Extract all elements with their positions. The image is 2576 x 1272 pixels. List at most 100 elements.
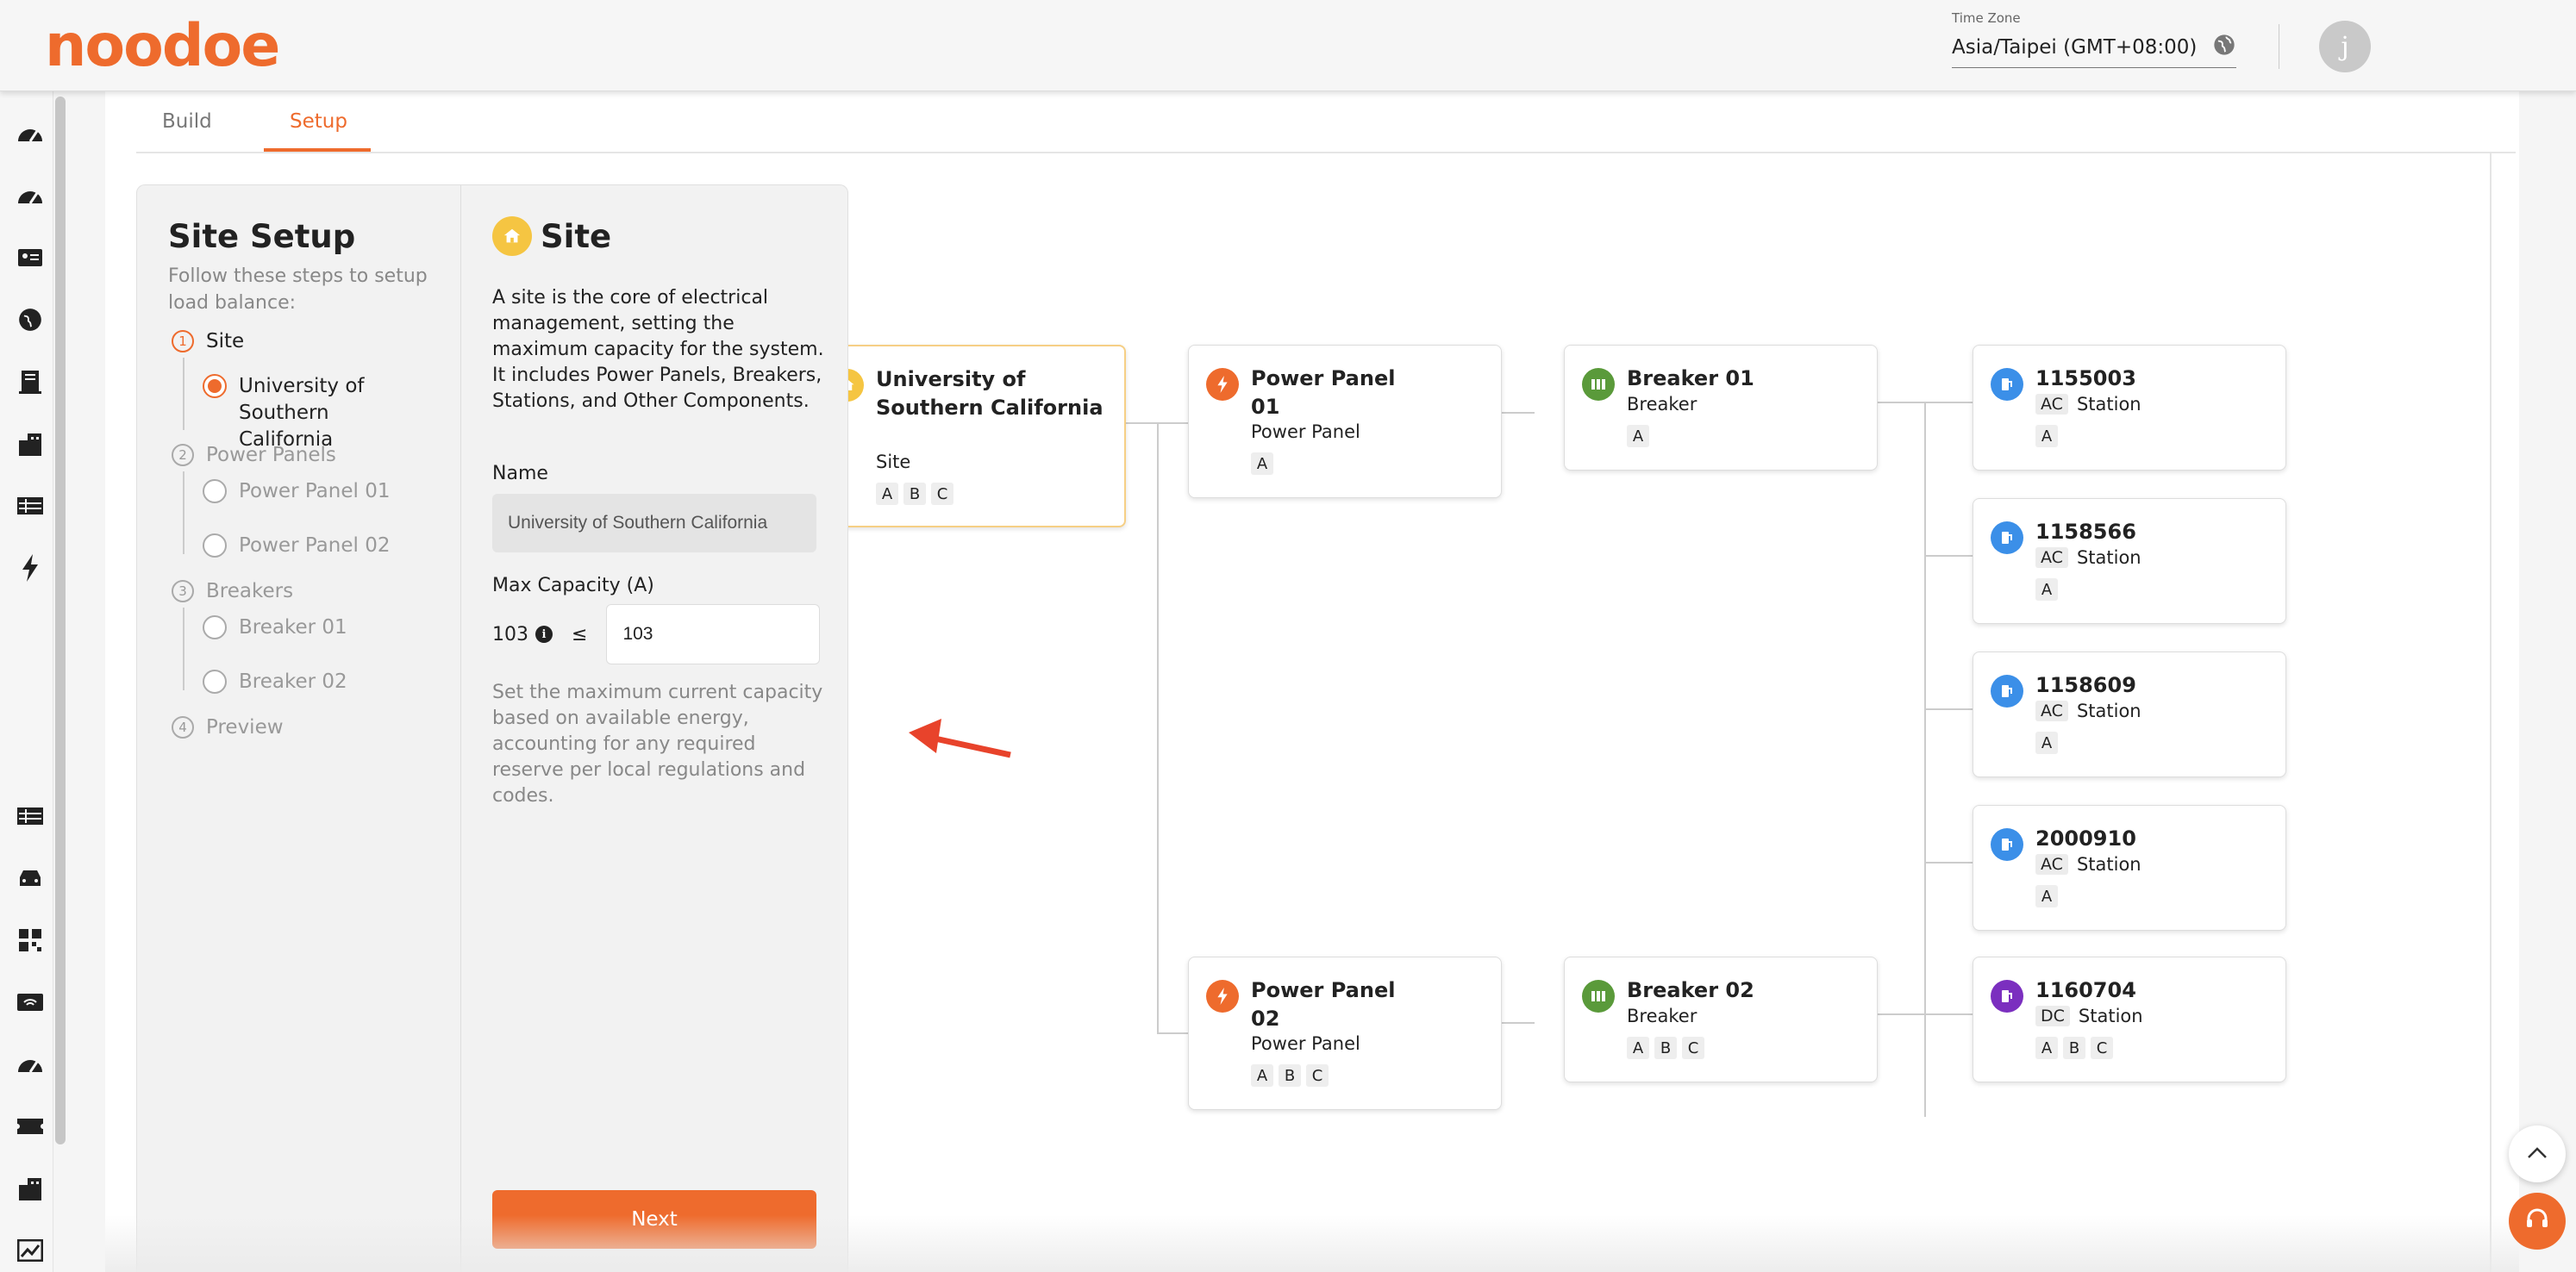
node-station-1158609[interactable]: 1158609 AC Station A [1973, 652, 2286, 777]
city-icon[interactable] [16, 431, 45, 457]
connector [1924, 708, 1974, 710]
node-station-1158566[interactable]: 1158566 AC Station A [1973, 498, 2286, 624]
canvas-right-border [2490, 152, 2492, 1272]
bottom-fade [105, 1215, 2519, 1272]
connector [1924, 1013, 1926, 1117]
node-title: Breaker 02 [1627, 978, 1754, 1002]
node-type: Power Panel [1251, 1033, 1360, 1054]
noodoe-logo[interactable]: noodoe [45, 12, 280, 80]
phase-tag: A [2035, 1037, 2058, 1059]
city-icon[interactable] [16, 1175, 45, 1201]
substep-power-panel-02[interactable]: Power Panel 02 [203, 533, 390, 559]
step-label: Site [206, 330, 245, 352]
node-station-1155003[interactable]: 1155003 AC Station A [1973, 345, 2286, 471]
list-icon[interactable] [16, 803, 45, 829]
max-capacity-input[interactable]: 103 [606, 604, 820, 664]
phase-tag: A [2035, 578, 2058, 601]
node-breaker-01[interactable]: Breaker 01 Breaker A [1564, 345, 1878, 471]
car-icon[interactable] [16, 865, 45, 891]
wifi-icon[interactable] [16, 989, 45, 1015]
node-title: 1158609 [2035, 673, 2136, 697]
tab-build[interactable]: Build [162, 110, 212, 133]
building-icon[interactable] [16, 369, 45, 395]
steps-subtitle: Follow these steps to setup load balance… [168, 265, 428, 314]
breaker-icon [1582, 368, 1615, 401]
timezone-selector[interactable]: Time Zone Asia/Taipei (GMT+08:00) [1952, 10, 2236, 68]
substep-breaker-01[interactable]: Breaker 01 [203, 614, 347, 641]
node-site[interactable]: University of Southern California Site A… [848, 345, 1126, 527]
connector [1502, 1022, 1535, 1024]
step-breakers[interactable]: 3 Breakers [172, 580, 293, 602]
node-type-label: Station [2076, 701, 2141, 721]
current-tag: AC [2035, 394, 2068, 415]
globe-icon[interactable] [16, 307, 45, 333]
scroll-top-button[interactable] [2509, 1125, 2566, 1182]
charger-icon [1991, 368, 2023, 401]
dashboard-icon[interactable] [16, 121, 45, 147]
phase-list: A [1251, 452, 1279, 475]
chart-icon[interactable] [16, 1238, 45, 1263]
step-number: 1 [172, 330, 194, 352]
hierarchy-canvas[interactable]: University of Southern California Site A… [848, 153, 2496, 1272]
step-preview[interactable]: 4 Preview [172, 716, 284, 739]
node-power-panel-02[interactable]: Power Panel 02 Power Panel A B C [1188, 957, 1502, 1110]
max-capacity-help: Set the maximum current capacity based o… [492, 682, 823, 807]
globe-icon[interactable] [2212, 33, 2236, 62]
apps-icon[interactable] [16, 927, 45, 953]
radio-unselected[interactable] [203, 670, 227, 694]
node-type: Breaker [1627, 1006, 1698, 1026]
info-icon[interactable]: i [535, 626, 553, 643]
phase-tag: A [2035, 732, 2058, 754]
timezone-field[interactable]: Asia/Taipei (GMT+08:00) [1952, 33, 2236, 68]
name-label: Name [492, 463, 548, 484]
name-field[interactable]: University of Southern California [492, 494, 816, 552]
id-card-icon[interactable] [16, 245, 45, 271]
site-icon [492, 216, 532, 256]
phase-tag: B [903, 483, 926, 505]
radio-selected[interactable] [203, 374, 227, 398]
step-connector [183, 608, 184, 690]
node-type-label: Station [2078, 1006, 2143, 1026]
connector [1924, 555, 1974, 557]
current-tag: AC [2035, 701, 2068, 721]
step-power-panels[interactable]: 2 Power Panels [172, 444, 336, 466]
node-station-2000910[interactable]: 2000910 AC Station A [1973, 805, 2286, 931]
support-button[interactable] [2509, 1193, 2566, 1250]
annotation-arrow [909, 719, 1011, 758]
radio-unselected[interactable] [203, 479, 227, 503]
phase-tag: B [1279, 1064, 1301, 1087]
step-label: Breakers [206, 580, 294, 602]
sidebar-scrollbar[interactable] [55, 97, 66, 1144]
site-icon [848, 369, 864, 402]
phase-tag: A [1251, 452, 1273, 475]
bolt-icon[interactable] [16, 554, 45, 582]
substep-label: Breaker 01 [239, 616, 347, 639]
radio-unselected[interactable] [203, 533, 227, 558]
node-title: 2000910 [2035, 826, 2136, 851]
dashboard-icon[interactable] [16, 1051, 45, 1077]
charger-icon [1991, 675, 2023, 708]
step-site[interactable]: 1 Site [172, 330, 244, 352]
radio-unselected[interactable] [203, 615, 227, 639]
ticket-icon[interactable] [16, 1113, 45, 1139]
node-type-label: Station [2076, 854, 2141, 875]
node-breaker-02[interactable]: Breaker 02 Breaker A B C [1564, 957, 1878, 1082]
bolt-icon [1206, 980, 1239, 1013]
phase-list: A B C [876, 483, 959, 505]
user-avatar[interactable]: j [2319, 21, 2371, 72]
substep-power-panel-01[interactable]: Power Panel 01 [203, 478, 390, 505]
connector [1157, 422, 1190, 424]
bolt-icon [1206, 368, 1239, 401]
node-station-1160704[interactable]: 1160704 DC Station A B C [1973, 957, 2286, 1082]
connector [1878, 402, 1926, 403]
table-icon[interactable] [16, 493, 45, 519]
node-power-panel-01[interactable]: Power Panel 01 Power Panel A [1188, 345, 1502, 498]
substep-breaker-02[interactable]: Breaker 02 [203, 669, 347, 695]
phase-tag: B [1654, 1037, 1677, 1059]
node-type: AC Station [2035, 547, 2141, 568]
phase-list: A [1627, 425, 1654, 447]
node-title: Power Panel 01 [1251, 366, 1396, 419]
tab-setup[interactable]: Setup [290, 110, 347, 133]
dashboard-icon[interactable] [16, 183, 45, 209]
substep-site-usc[interactable]: University of Southern California [203, 373, 428, 453]
